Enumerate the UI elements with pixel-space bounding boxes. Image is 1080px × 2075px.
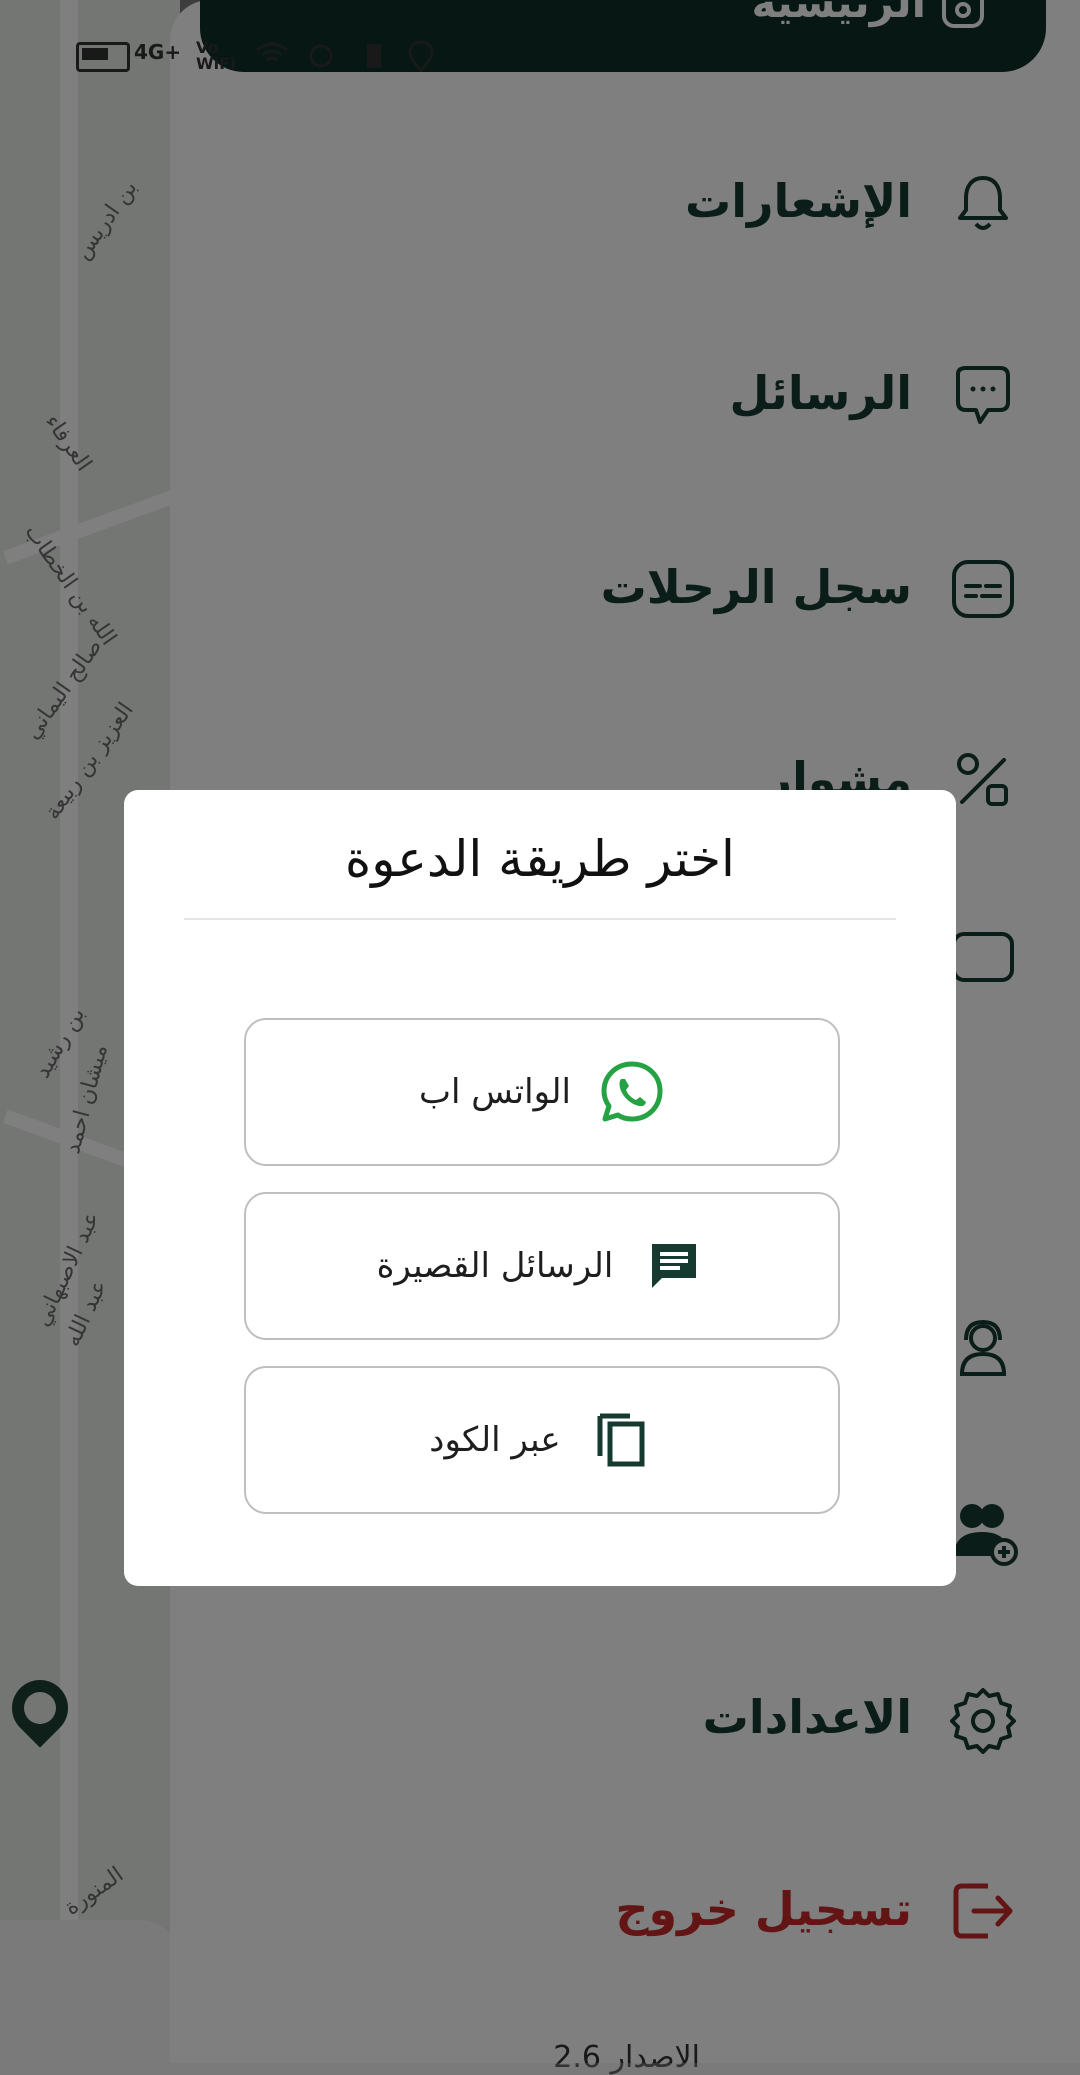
invite-via-code-button[interactable]: عبر الكود [244, 1366, 840, 1514]
invite-method-dialog: اختر طريقة الدعوة الواتس اب الرسائل القص… [124, 790, 956, 1586]
option-label: عبر الكود [429, 1420, 561, 1460]
copy-icon [589, 1407, 655, 1473]
whatsapp-icon [599, 1059, 665, 1125]
dialog-title: اختر طريقة الدعوة [345, 830, 735, 888]
option-label: الرسائل القصيرة [376, 1246, 614, 1286]
option-label: الواتس اب [419, 1072, 571, 1112]
dialog-divider [184, 918, 896, 920]
sms-icon [641, 1233, 707, 1299]
invite-via-whatsapp-button[interactable]: الواتس اب [244, 1018, 840, 1166]
invite-via-sms-button[interactable]: الرسائل القصيرة [244, 1192, 840, 1340]
